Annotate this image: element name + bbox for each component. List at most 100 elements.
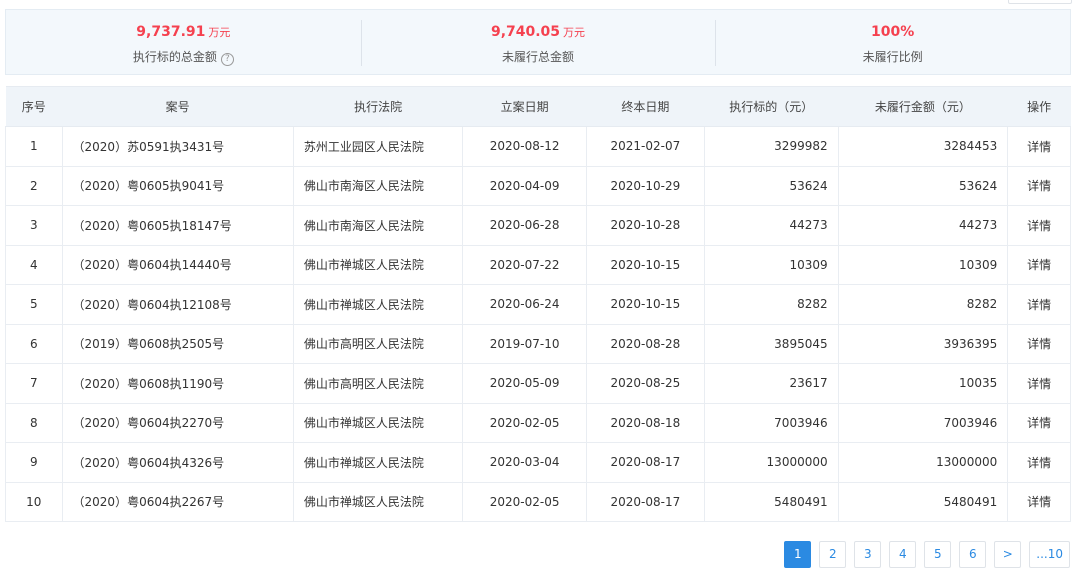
row-number: 4 [5,244,63,285]
table-row: 8 （2020）粤0604执2270号 佛山市禅城区人民法院 2020-02-05 20… [5,402,1071,443]
page-button-5[interactable]: 5 [924,541,952,568]
case-number-link[interactable]: （2020）粤0608执1190号 [61,363,294,404]
row-number: 8 [5,402,63,443]
unpaid-amount: 10309 [837,244,1009,285]
row-number: 2 [5,165,63,206]
detail-link[interactable]: 详情 [1007,126,1071,167]
table-row: 4 （2020）粤0604执14440号 佛山市禅城区人民法院 2020-07-22 2… [5,244,1071,285]
page-button-3[interactable]: 3 [854,541,882,568]
table-header-row: 序号 案号 执行法院 立案日期 终本日期 执行标的（元） 未履行金额（元） 操作 [5,86,1071,127]
pagination: 1 2 3 4 5 6 > ...10 [784,541,1070,568]
end-date: 2020-10-15 [585,244,706,285]
amount: 3895045 [704,323,839,364]
summary-total-label: 执行标的总金额? [6,48,361,66]
row-number: 6 [5,323,63,364]
table-row: 9 （2020）粤0604执4326号 佛山市禅城区人民法院 2020-03-04 20… [5,442,1071,483]
column-header-unpaid: 未履行金额（元） [838,86,1008,127]
case-number-link[interactable]: （2020）粤0604执2267号 [61,481,294,522]
next-page-button[interactable]: > [994,541,1022,568]
column-header-court: 执行法院 [293,86,463,127]
detail-link[interactable]: 详情 [1007,205,1071,246]
top-partial-control [1008,0,1072,4]
table-row: 1 （2020）苏0591执3431号 苏州工业园区人民法院 2020-08-12 20… [5,126,1071,167]
detail-link[interactable]: 详情 [1007,244,1071,285]
case-number-link[interactable]: （2020）粤0605执9041号 [61,165,294,206]
filed-date: 2020-02-05 [462,481,587,522]
amount: 3299982 [704,126,839,167]
unpaid-amount: 10035 [837,363,1009,404]
row-number: 9 [5,442,63,483]
case-number-link[interactable]: （2019）粤0608执2505号 [61,323,294,364]
amount: 23617 [704,363,839,404]
court-name: 佛山市禅城区人民法院 [292,481,464,522]
court-name: 佛山市南海区人民法院 [292,165,464,206]
filed-date: 2020-05-09 [462,363,587,404]
row-number: 5 [5,284,63,325]
table-row: 6 （2019）粤0608执2505号 佛山市高明区人民法院 2019-07-10 20… [5,323,1071,364]
page-button-2[interactable]: 2 [819,541,847,568]
end-date: 2020-08-17 [585,481,706,522]
page-button-1[interactable]: 1 [784,541,812,568]
row-number: 7 [5,363,63,404]
filed-date: 2020-04-09 [462,165,587,206]
case-number-link[interactable]: （2020）粤0604执14440号 [61,244,294,285]
summary-unpaid-amount: 9,740.05 万元 未履行总金额 [360,10,716,74]
summary-unpaid-value: 9,740.05 万元 [490,24,586,40]
summary-panel: 9,737.91 万元 执行标的总金额? 9,740.05 万元 未履行总金额 10… [5,9,1071,75]
end-date: 2020-08-17 [585,442,706,483]
row-number: 1 [5,126,63,167]
court-name: 佛山市禅城区人民法院 [292,244,464,285]
detail-link[interactable]: 详情 [1007,481,1071,522]
row-number: 3 [5,205,63,246]
detail-link[interactable]: 详情 [1007,323,1071,364]
filed-date: 2020-02-05 [462,402,587,443]
case-number-link[interactable]: （2020）粤0604执2270号 [61,402,294,443]
last-page-button[interactable]: ...10 [1029,541,1070,568]
summary-ratio-value: 100% [871,24,915,40]
page-button-4[interactable]: 4 [889,541,917,568]
unpaid-amount: 7003946 [837,402,1009,443]
column-header-action: 操作 [1007,86,1071,127]
case-number-link[interactable]: （2020）粤0605执18147号 [61,205,294,246]
filed-date: 2019-07-10 [462,323,587,364]
table-row: 3 （2020）粤0605执18147号 佛山市南海区人民法院 2020-06-28 2… [5,205,1071,246]
court-name: 佛山市禅城区人民法院 [292,442,464,483]
court-name: 佛山市禅城区人民法院 [292,284,464,325]
unpaid-amount: 3936395 [837,323,1009,364]
court-name: 佛山市高明区人民法院 [292,363,464,404]
detail-link[interactable]: 详情 [1007,363,1071,404]
amount: 13000000 [704,442,839,483]
unpaid-amount: 53624 [837,165,1009,206]
page-button-6[interactable]: 6 [959,541,987,568]
table-row: 5 （2020）粤0604执12108号 佛山市禅城区人民法院 2020-06-24 2… [5,284,1071,325]
court-name: 苏州工业园区人民法院 [292,126,464,167]
detail-link[interactable]: 详情 [1007,165,1071,206]
case-number-link[interactable]: （2020）粤0604执12108号 [61,284,294,325]
end-date: 2020-10-28 [585,205,706,246]
column-header-amount: 执行标的（元） [704,86,839,127]
detail-link[interactable]: 详情 [1007,402,1071,443]
table-row: 7 （2020）粤0608执1190号 佛山市高明区人民法院 2020-05-09 20… [5,363,1071,404]
end-date: 2020-08-18 [585,402,706,443]
unpaid-amount: 44273 [837,205,1009,246]
summary-unpaid-label: 未履行总金额 [502,50,575,64]
filed-date: 2020-06-24 [462,284,587,325]
summary-ratio-label: 未履行比例 [862,50,923,64]
table-row: 10 （2020）粤0604执2267号 佛山市禅城区人民法院 2020-02-05 2… [5,481,1071,522]
filed-date: 2020-06-28 [462,205,587,246]
court-name: 佛山市南海区人民法院 [292,205,464,246]
amount: 5480491 [704,481,839,522]
filed-date: 2020-07-22 [462,244,587,285]
detail-link[interactable]: 详情 [1007,284,1071,325]
end-date: 2021-02-07 [585,126,706,167]
question-circle-icon[interactable]: ? [220,53,234,66]
case-number-link[interactable]: （2020）粤0604执4326号 [61,442,294,483]
column-header-filed-date: 立案日期 [462,86,587,127]
end-date: 2020-10-15 [585,284,706,325]
unpaid-amount: 13000000 [837,442,1009,483]
enforcement-cases-table: 序号 案号 执行法院 立案日期 终本日期 执行标的（元） 未履行金额（元） 操作… [5,86,1071,522]
detail-link[interactable]: 详情 [1007,442,1071,483]
court-name: 佛山市高明区人民法院 [292,323,464,364]
amount: 44273 [704,205,839,246]
case-number-link[interactable]: （2020）苏0591执3431号 [61,126,294,167]
